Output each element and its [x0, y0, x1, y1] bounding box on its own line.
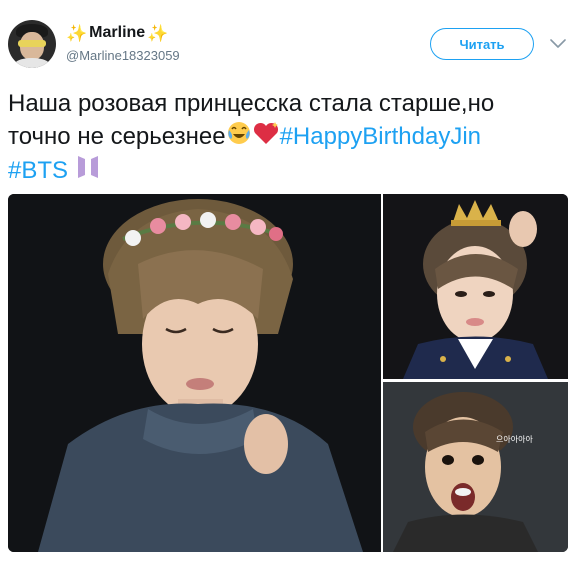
photo-flower-crown[interactable] — [8, 194, 381, 552]
hashtag-link[interactable]: #BTS — [8, 157, 68, 184]
avatar-body — [14, 58, 50, 68]
chevron-down-icon[interactable] — [548, 34, 568, 54]
tweet-line-1: Наша розовая принцесска стала старше,но — [8, 90, 495, 117]
avatar-glasses — [18, 40, 46, 47]
display-name[interactable]: Marline — [89, 24, 145, 42]
sparkles-icon: ✨ — [66, 23, 88, 43]
sparkles-icon: ✨ — [147, 23, 169, 43]
sparkling-heart-icon — [252, 120, 280, 155]
bts-logo-icon — [75, 155, 101, 188]
crying-laughing-face-icon — [226, 120, 252, 155]
tweet-line-2-text: точно не серьезнее — [8, 122, 226, 150]
user-handle[interactable]: @Marline18323059 — [66, 48, 180, 63]
photo-surprised[interactable]: 으아아아아 — [383, 382, 568, 552]
tweet-text: Наша розовая принцесска стала старше,но … — [8, 88, 568, 188]
tweet-media: 으아아아아 — [8, 194, 568, 552]
tweet-line-2: точно не серьезнее #HappyBirthdayJin — [8, 120, 568, 155]
korean-caption: 으아아아아 — [496, 435, 533, 444]
photo-crown[interactable] — [383, 194, 568, 379]
follow-button[interactable]: Читать — [430, 28, 534, 60]
hashtag-link[interactable]: #HappyBirthdayJin — [280, 123, 481, 150]
name-row[interactable]: ✨ Marline ✨ — [66, 24, 168, 42]
avatar[interactable] — [8, 20, 56, 68]
tweet-line-3: #BTS — [8, 155, 568, 188]
tweet-header: ✨ Marline ✨ @Marline18323059 Читать — [0, 0, 576, 80]
